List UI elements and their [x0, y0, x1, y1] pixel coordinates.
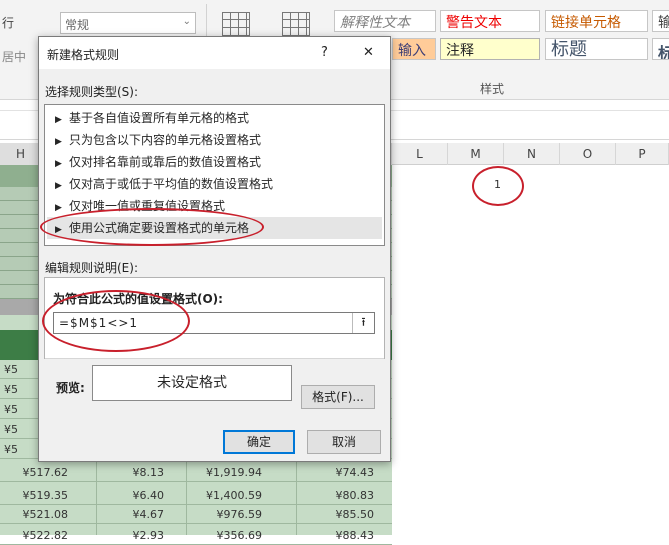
preview-box: 未设定格式 [92, 365, 292, 401]
table-cell[interactable]: ¥6.40 [100, 486, 165, 505]
table-cell[interactable]: ¥5 [0, 440, 40, 459]
table-row: ¥517.62 ¥8.13 ¥1,919.94 ¥74.43 [0, 463, 392, 482]
help-icon[interactable]: ? [321, 45, 328, 60]
style-title[interactable]: 标题 [545, 38, 648, 60]
table-cell[interactable]: ¥5 [0, 360, 40, 379]
preview-text: 未设定格式 [157, 375, 227, 391]
table-row: ¥521.08 ¥4.67 ¥976.59 ¥85.50 [0, 505, 392, 524]
triangle-right-icon: ▶ [55, 137, 62, 147]
table-cell[interactable]: ¥356.69 [190, 526, 263, 545]
ribbon-merge-label: 居中 [2, 50, 27, 64]
style-heading-partial-1[interactable]: 输 [652, 10, 669, 32]
dialog-title: 新建格式规则 [47, 48, 120, 62]
style-input[interactable]: 输入 [392, 38, 436, 60]
column-header-l[interactable]: L [392, 143, 448, 165]
annotation-circle-rule [40, 208, 264, 246]
new-format-rule-dialog: 新建格式规则 ? ✕ 选择规则类型(S): ▶ 基于各自值设置所有单元格的格式 ▶… [38, 36, 391, 462]
close-icon[interactable]: ✕ [363, 45, 374, 60]
table-cell[interactable]: ¥2.93 [100, 526, 165, 545]
dialog-titlebar: 新建格式规则 ? ✕ [39, 37, 390, 69]
table-cell[interactable]: ¥519.35 [0, 486, 69, 505]
style-heading-partial-2[interactable]: 标 [652, 38, 669, 60]
select-rule-type-label: 选择规则类型(S): [45, 85, 139, 99]
number-format-value: 常规 [65, 18, 90, 32]
rule-type-label: 仅对排名靠前或靠后的数值设置格式 [69, 155, 262, 169]
table-cell[interactable]: ¥88.43 [300, 526, 375, 545]
table-cell[interactable]: ¥976.59 [190, 505, 263, 524]
ribbon-wrap-label: 行 [2, 16, 15, 30]
cancel-button[interactable]: 取消 [307, 430, 381, 454]
edit-rule-description-label: 编辑规则说明(E): [45, 261, 138, 275]
table-cell[interactable]: ¥1,919.94 [190, 463, 262, 482]
column-header-h[interactable]: H [0, 143, 42, 165]
table-cell[interactable]: ¥4.67 [100, 505, 165, 524]
rule-type-item[interactable]: ▶ 仅对排名靠前或靠后的数值设置格式 [47, 151, 382, 173]
annotation-circle-formula [42, 290, 190, 352]
ok-button[interactable]: 确定 [223, 430, 295, 454]
table-cell[interactable]: ¥5 [0, 380, 40, 399]
table-cell[interactable]: ¥5 [0, 420, 40, 439]
table-cell[interactable]: ¥80.83 [300, 486, 375, 505]
column-header-o[interactable]: O [560, 143, 616, 165]
table-cell[interactable]: ¥517.62 [0, 463, 69, 482]
table-cell[interactable]: ¥522.82 [0, 526, 69, 545]
column-header-m[interactable]: M [448, 143, 504, 165]
rule-type-item[interactable]: ▶ 仅对高于或低于平均值的数值设置格式 [47, 173, 382, 195]
style-note[interactable]: 注释 [440, 38, 540, 60]
table-row: ¥522.82 ¥2.93 ¥356.69 ¥88.43 [0, 526, 392, 545]
preview-label: 预览: [56, 381, 85, 395]
triangle-right-icon: ▶ [55, 159, 62, 169]
rule-type-item[interactable]: ▶ 只为包含以下内容的单元格设置格式 [47, 129, 382, 151]
style-warning[interactable]: 警告文本 [440, 10, 540, 32]
style-explanatory[interactable]: 解释性文本 [334, 10, 436, 32]
triangle-right-icon: ▶ [55, 181, 62, 191]
table-cell[interactable]: ¥5 [0, 400, 40, 419]
table-cell[interactable]: ¥8.13 [100, 463, 165, 482]
styles-group-label: 样式 [480, 82, 505, 96]
conditional-format-icon[interactable] [222, 12, 250, 36]
table-row: ¥519.35 ¥6.40 ¥1,400.59 ¥80.83 [0, 486, 392, 505]
chevron-down-icon: ⌄ [182, 16, 191, 27]
rule-type-label: 只为包含以下内容的单元格设置格式 [69, 133, 262, 147]
column-header-p[interactable]: P [616, 143, 669, 165]
table-cell[interactable]: ¥85.50 [300, 505, 375, 524]
table-cell[interactable]: ¥521.08 [0, 505, 69, 524]
format-as-table-icon[interactable] [282, 12, 310, 36]
number-format-dropdown[interactable]: 常规 ⌄ [60, 12, 196, 34]
rule-type-item[interactable]: ▶ 基于各自值设置所有单元格的格式 [47, 107, 382, 129]
style-linked-cell[interactable]: 链接单元格 [545, 10, 648, 32]
table-cell[interactable]: ¥1,400.59 [190, 486, 262, 505]
collapse-dialog-icon[interactable]: ⭱ [352, 313, 374, 333]
rule-type-label: 仅对高于或低于平均值的数值设置格式 [69, 177, 274, 191]
annotation-circle-m1 [472, 166, 524, 206]
table-cell[interactable]: ¥74.43 [300, 463, 375, 482]
triangle-right-icon: ▶ [55, 115, 62, 125]
rule-type-label: 基于各自值设置所有单元格的格式 [69, 111, 250, 125]
format-button[interactable]: 格式(F)... [301, 385, 375, 409]
column-header-n[interactable]: N [504, 143, 560, 165]
